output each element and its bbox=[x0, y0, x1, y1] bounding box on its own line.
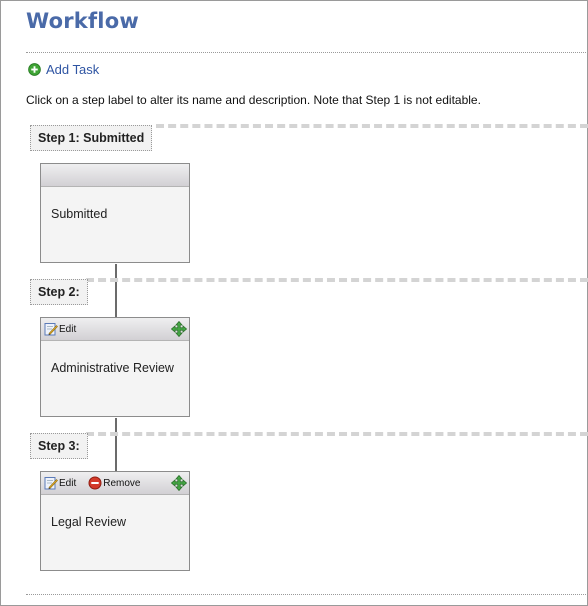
add-task-link[interactable]: Add Task bbox=[28, 62, 99, 77]
remove-button[interactable]: Remove bbox=[88, 476, 140, 490]
task-toolbar bbox=[41, 164, 189, 187]
task-name: Legal Review bbox=[51, 515, 127, 529]
edit-label[interactable]: Edit bbox=[59, 324, 76, 335]
move-arrows-icon[interactable] bbox=[171, 475, 187, 491]
task-box-legal-review: Edit Remove Legal Review bbox=[40, 471, 190, 571]
task-box-administrative-review: Edit Administrative Review bbox=[40, 317, 190, 417]
step-divider bbox=[156, 124, 588, 128]
add-task-label[interactable]: Add Task bbox=[46, 62, 99, 77]
pencil-edit-icon bbox=[44, 477, 58, 490]
task-name: Administrative Review bbox=[51, 361, 174, 375]
step-divider bbox=[86, 432, 588, 436]
step-label-3[interactable]: Step 3: bbox=[30, 433, 88, 459]
bottom-divider bbox=[26, 594, 588, 595]
plus-circle-icon bbox=[28, 63, 41, 76]
edit-button[interactable]: Edit bbox=[44, 322, 76, 336]
edit-button[interactable]: Edit bbox=[44, 476, 76, 490]
step-label-1: Step 1: Submitted bbox=[30, 125, 153, 151]
title-divider bbox=[26, 52, 588, 53]
step-connector bbox=[115, 264, 117, 317]
task-box-submitted: Submitted bbox=[40, 163, 190, 263]
step-divider bbox=[86, 278, 588, 282]
task-name: Submitted bbox=[51, 207, 108, 221]
page-title: Workflow bbox=[26, 9, 139, 33]
minus-circle-icon bbox=[88, 476, 102, 490]
edit-label[interactable]: Edit bbox=[59, 478, 76, 489]
move-arrows-icon[interactable] bbox=[171, 321, 187, 337]
instructions-text: Click on a step label to alter its name … bbox=[26, 93, 481, 107]
step-label-2[interactable]: Step 2: bbox=[30, 279, 88, 305]
task-toolbar: Edit Remove bbox=[41, 472, 189, 495]
pencil-edit-icon bbox=[44, 323, 58, 336]
task-toolbar: Edit bbox=[41, 318, 189, 341]
remove-label[interactable]: Remove bbox=[103, 478, 140, 489]
step-connector bbox=[115, 418, 117, 471]
